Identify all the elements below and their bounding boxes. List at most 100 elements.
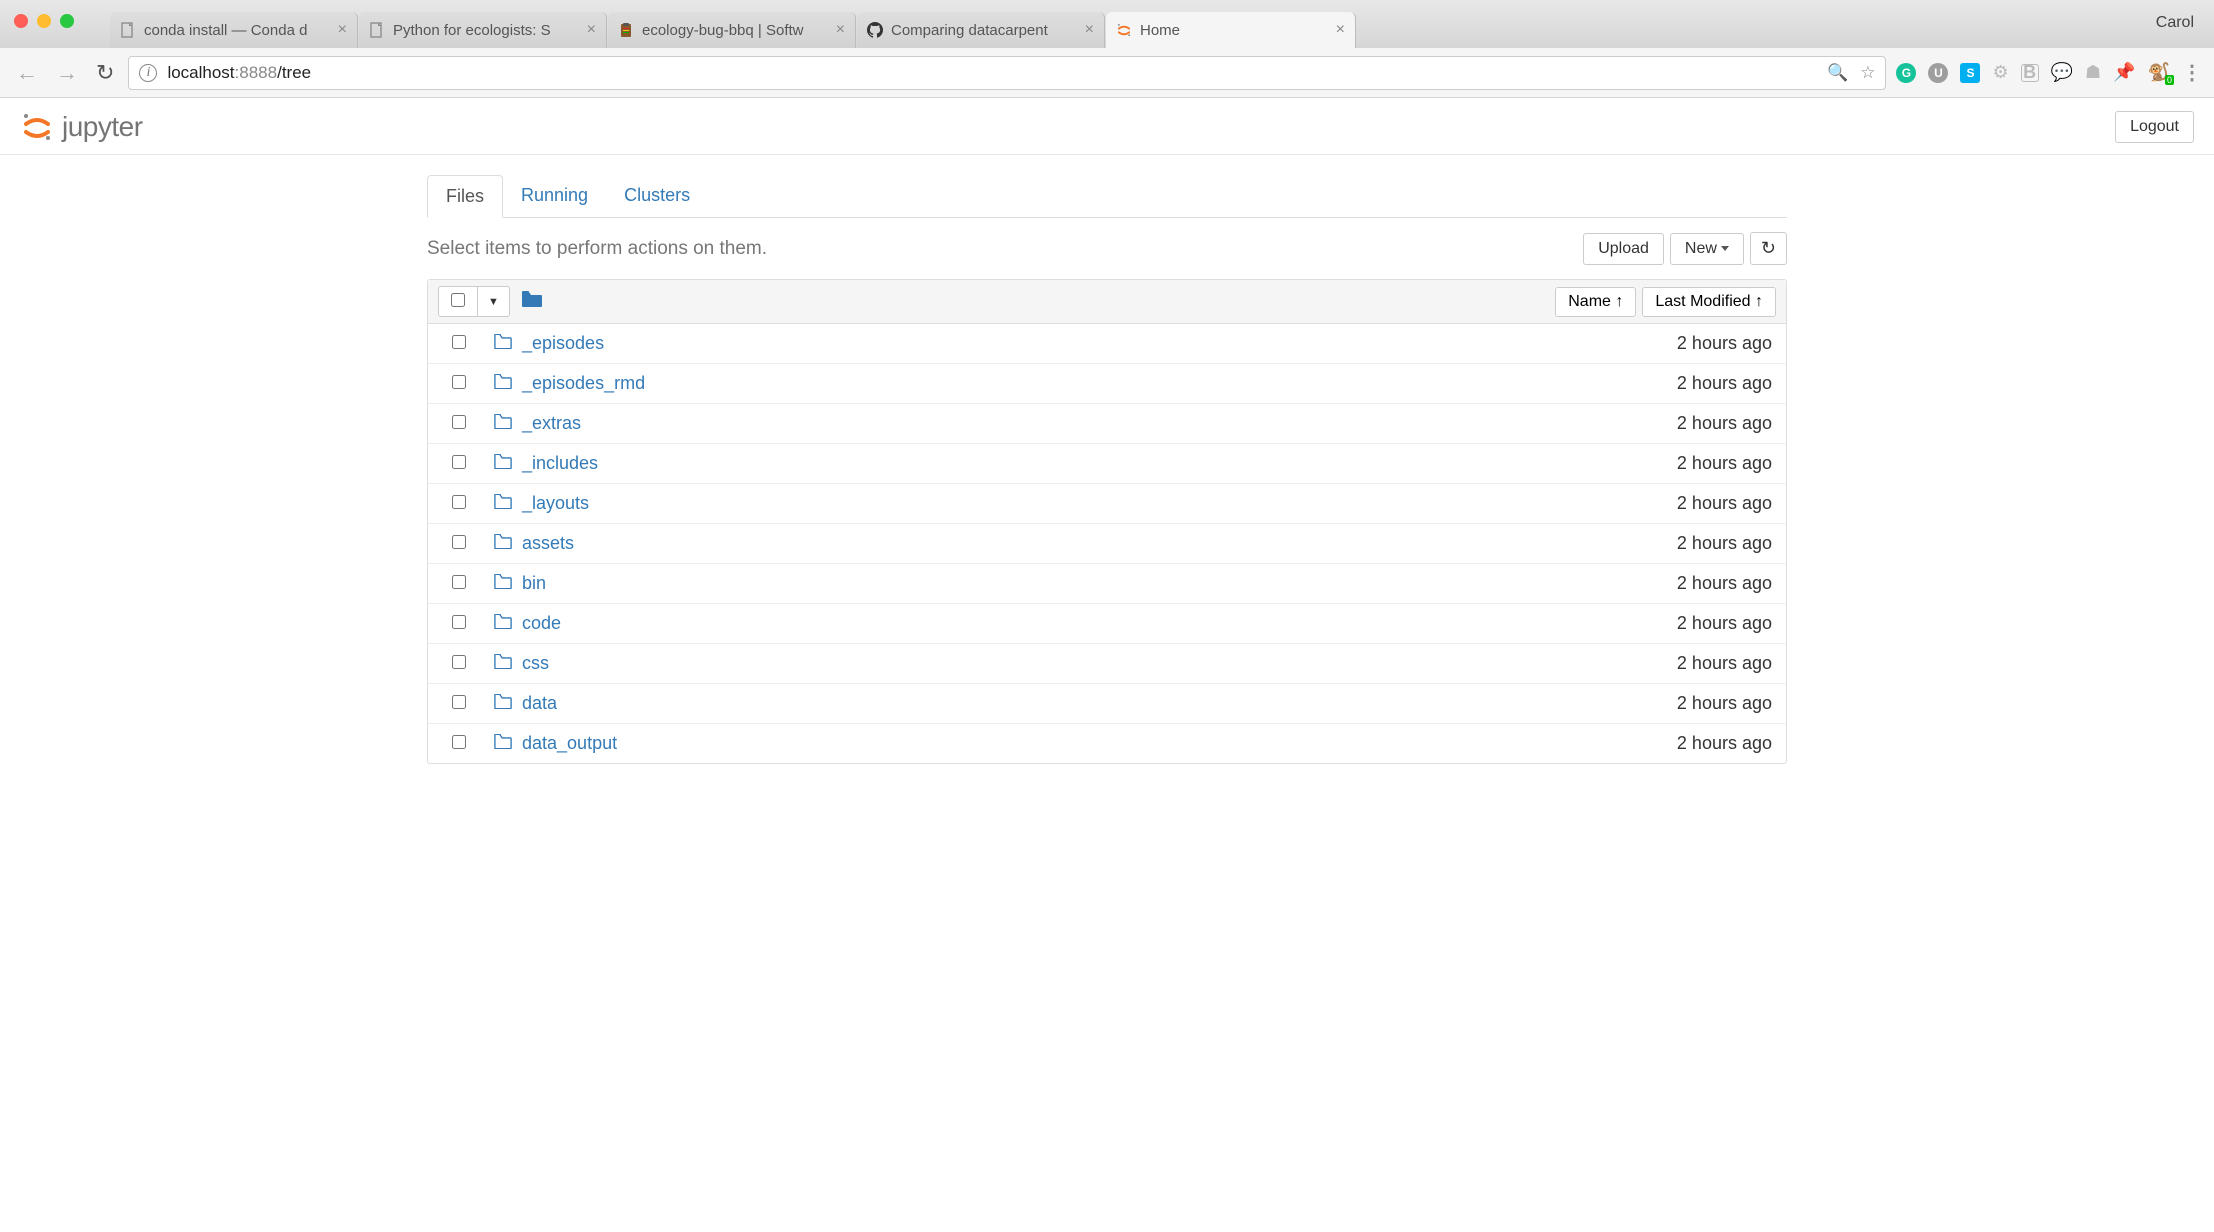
minimize-window-button[interactable] [37, 14, 51, 28]
shield-ext-icon[interactable]: ☗ [2085, 62, 2101, 83]
sort-modified-button[interactable]: Last Modified [1642, 287, 1776, 317]
file-checkbox[interactable] [452, 655, 466, 669]
folder-icon [494, 534, 512, 554]
tab-bar: conda install — Conda d×Python for ecolo… [110, 8, 1357, 48]
file-name-link[interactable]: _includes [522, 453, 1677, 474]
file-checkbox[interactable] [452, 615, 466, 629]
pin-ext-icon[interactable]: 📌 [2113, 62, 2135, 83]
file-row[interactable]: _episodes_rmd2 hours ago [428, 364, 1786, 404]
file-modified: 2 hours ago [1677, 733, 1772, 754]
file-row[interactable]: code2 hours ago [428, 604, 1786, 644]
reload-button[interactable]: ↻ [92, 56, 118, 90]
tab-close-icon[interactable]: × [836, 21, 845, 39]
file-checkbox[interactable] [452, 455, 466, 469]
tab-files[interactable]: Files [427, 175, 503, 218]
folder-icon [494, 654, 512, 674]
chrome-menu-icon[interactable]: ⋮ [2182, 60, 2202, 85]
tab-close-icon[interactable]: × [338, 21, 347, 39]
browser-tab[interactable]: conda install — Conda d × [110, 12, 358, 48]
page-favicon-icon [369, 22, 385, 38]
file-name-link[interactable]: _layouts [522, 493, 1677, 514]
file-list: ▼ Name Last Modified _episodes2 hours ag… [427, 279, 1787, 764]
jupyter-tabs: Files Running Clusters [427, 175, 1787, 218]
file-modified: 2 hours ago [1677, 533, 1772, 554]
skype-ext-icon[interactable]: S [1960, 63, 1980, 83]
grammarly-ext-icon[interactable]: G [1896, 63, 1916, 83]
select-all-checkbox[interactable] [451, 293, 465, 307]
file-checkbox[interactable] [452, 575, 466, 589]
select-all-caret-icon[interactable]: ▼ [478, 290, 509, 314]
close-window-button[interactable] [14, 14, 28, 28]
zoom-icon[interactable]: 🔍 [1827, 63, 1848, 83]
file-modified: 2 hours ago [1677, 573, 1772, 594]
file-checkbox[interactable] [452, 535, 466, 549]
file-checkbox[interactable] [452, 695, 466, 709]
file-row[interactable]: _episodes2 hours ago [428, 324, 1786, 364]
tab-title: Python for ecologists: S [393, 22, 579, 39]
maximize-window-button[interactable] [60, 14, 74, 28]
folder-icon [494, 334, 512, 354]
ublock-ext-icon[interactable]: U [1928, 63, 1948, 83]
file-row[interactable]: bin2 hours ago [428, 564, 1786, 604]
folder-icon [494, 614, 512, 634]
file-modified: 2 hours ago [1677, 653, 1772, 674]
file-row[interactable]: _extras2 hours ago [428, 404, 1786, 444]
file-checkbox[interactable] [452, 415, 466, 429]
tab-close-icon[interactable]: × [587, 21, 596, 39]
refresh-button[interactable]: ↻ [1750, 232, 1787, 265]
address-bar[interactable]: i localhost:8888/tree 🔍 ☆ [128, 56, 1886, 90]
bookmark-star-icon[interactable]: ☆ [1860, 63, 1875, 83]
browser-tab[interactable]: Home× [1106, 12, 1356, 48]
file-checkbox[interactable] [452, 495, 466, 509]
browser-tab[interactable]: Comparing datacarpent× [857, 12, 1105, 48]
file-name-link[interactable]: assets [522, 533, 1677, 554]
chat-ext-icon[interactable]: 💬 [2051, 62, 2073, 83]
file-checkbox[interactable] [452, 375, 466, 389]
tampermonkey-ext-icon[interactable]: 🐒0 [2148, 62, 2170, 83]
file-name-link[interactable]: code [522, 613, 1677, 634]
file-name-link[interactable]: _episodes [522, 333, 1677, 354]
jupyter-favicon-icon [1116, 22, 1132, 38]
tab-clusters[interactable]: Clusters [606, 175, 708, 217]
forward-button[interactable]: → [52, 56, 82, 90]
file-row[interactable]: data_output2 hours ago [428, 724, 1786, 763]
browser-tab[interactable]: Python for ecologists: S × [359, 12, 607, 48]
file-modified: 2 hours ago [1677, 453, 1772, 474]
file-modified: 2 hours ago [1677, 613, 1772, 634]
browser-tab[interactable]: ecology-bug-bbq | Softw× [608, 12, 856, 48]
file-name-link[interactable]: bin [522, 573, 1677, 594]
sort-name-button[interactable]: Name [1555, 287, 1636, 317]
tab-close-icon[interactable]: × [1336, 21, 1345, 39]
site-info-icon[interactable]: i [139, 64, 157, 82]
file-checkbox[interactable] [452, 335, 466, 349]
action-row: Select items to perform actions on them.… [427, 218, 1787, 279]
buffer-ext-icon[interactable]: B [2021, 64, 2039, 82]
file-name-link[interactable]: data [522, 693, 1677, 714]
folder-icon [494, 694, 512, 714]
profile-name[interactable]: Carol [2156, 14, 2194, 32]
file-checkbox[interactable] [452, 735, 466, 749]
file-modified: 2 hours ago [1677, 493, 1772, 514]
settings-ext-icon[interactable]: ⚙ [1992, 62, 2008, 83]
file-row[interactable]: assets2 hours ago [428, 524, 1786, 564]
file-row[interactable]: css2 hours ago [428, 644, 1786, 684]
file-modified: 2 hours ago [1677, 693, 1772, 714]
upload-button[interactable]: Upload [1583, 233, 1664, 265]
back-button[interactable]: ← [12, 56, 42, 90]
file-row[interactable]: data2 hours ago [428, 684, 1786, 724]
file-row[interactable]: _layouts2 hours ago [428, 484, 1786, 524]
jupyter-logo[interactable]: jupyter [20, 110, 143, 144]
file-name-link[interactable]: _episodes_rmd [522, 373, 1677, 394]
tab-running[interactable]: Running [503, 175, 606, 217]
select-all-control[interactable]: ▼ [438, 286, 510, 317]
tab-close-icon[interactable]: × [1085, 21, 1094, 39]
file-row[interactable]: _includes2 hours ago [428, 444, 1786, 484]
tab-title: conda install — Conda d [144, 22, 330, 39]
new-button[interactable]: New [1670, 233, 1744, 265]
file-name-link[interactable]: css [522, 653, 1677, 674]
file-name-link[interactable]: _extras [522, 413, 1677, 434]
file-name-link[interactable]: data_output [522, 733, 1677, 754]
breadcrumb-root-icon[interactable] [522, 291, 542, 312]
logout-button[interactable]: Logout [2115, 111, 2194, 143]
window-controls [14, 14, 74, 28]
